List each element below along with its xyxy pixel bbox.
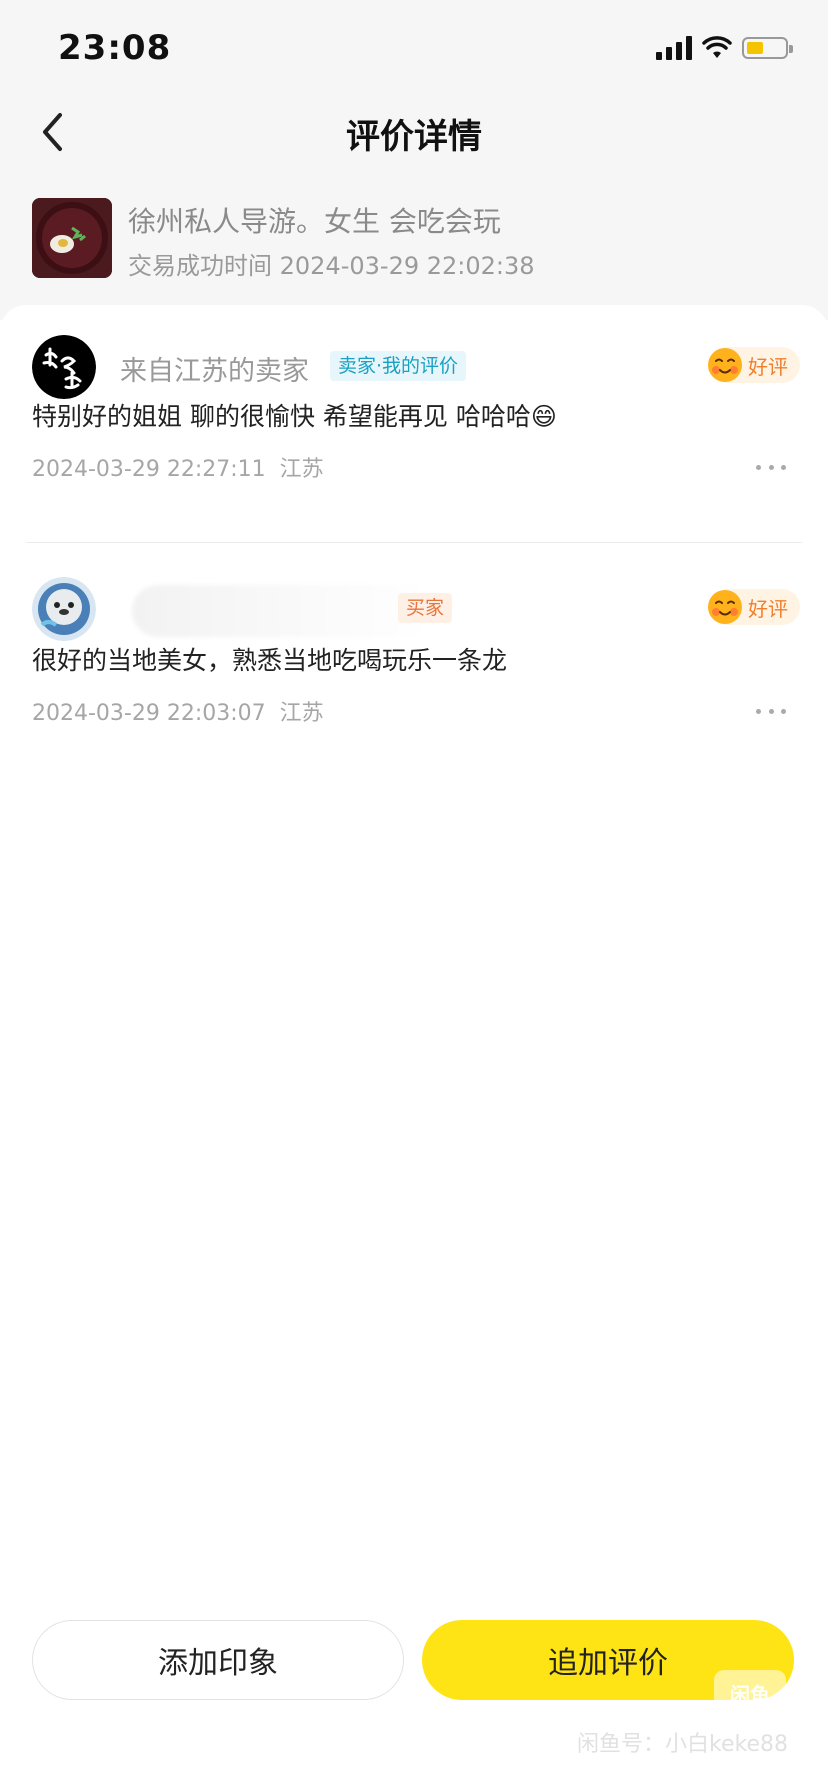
trade-time: 交易成功时间 2024-03-29 22:02:38 bbox=[128, 252, 535, 280]
review-time: 2024-03-29 22:03:07 bbox=[32, 701, 266, 726]
divider bbox=[26, 542, 802, 543]
role-tag: 卖家·我的评价 bbox=[330, 351, 467, 381]
review-meta: 2024-03-29 22:03:07 江苏 bbox=[32, 695, 324, 727]
status-time: 23:08 bbox=[58, 28, 172, 68]
bottom-action-bar: 添加印象 追加评价 bbox=[0, 1620, 828, 1704]
product-thumbnail bbox=[32, 198, 112, 278]
review-time: 2024-03-29 22:27:11 bbox=[32, 457, 266, 482]
review-item: 买家 好评 很好的当地美女，熟悉当地吃喝玩乐一条龙 2024-03-29 22:… bbox=[32, 577, 800, 727]
product-summary[interactable]: 徐州私人导游。女生 会吃会玩 交易成功时间 2024-03-29 22:02:3… bbox=[32, 198, 812, 280]
watermark-logo: 闲鱼 bbox=[714, 1670, 786, 1716]
more-options-icon[interactable] bbox=[756, 462, 786, 472]
avatar[interactable] bbox=[32, 335, 96, 399]
rating-label: 好评 bbox=[748, 596, 788, 621]
review-text: 特别好的姐姐 聊的很愉快 希望能再见 哈哈哈😄 bbox=[32, 402, 557, 431]
reviewer-name-hidden bbox=[132, 585, 432, 637]
add-impression-button[interactable]: 添加印象 bbox=[32, 1620, 404, 1700]
status-icons bbox=[656, 36, 793, 60]
page-title: 评价详情 bbox=[346, 117, 482, 157]
wifi-icon bbox=[702, 36, 732, 58]
smiley-face-icon bbox=[708, 590, 742, 624]
avatar[interactable] bbox=[32, 577, 96, 641]
rating-badge: 好评 bbox=[708, 589, 800, 625]
review-location: 江苏 bbox=[279, 701, 324, 726]
smiley-face-icon bbox=[708, 348, 742, 382]
status-bar: 23:08 bbox=[0, 0, 828, 100]
more-options-icon[interactable] bbox=[756, 706, 786, 716]
watermark-text: 闲鱼号：小白keke88 bbox=[577, 1732, 788, 1757]
product-title: 徐州私人导游。女生 会吃会玩 bbox=[128, 205, 501, 238]
review-text: 很好的当地美女，熟悉当地吃喝玩乐一条龙 bbox=[32, 646, 508, 675]
cellular-signal-icon bbox=[656, 36, 692, 60]
reviewer-name[interactable]: 来自江苏的卖家 bbox=[120, 349, 309, 388]
review-meta: 2024-03-29 22:27:11 江苏 bbox=[32, 451, 324, 483]
reviews-sheet: 来自江苏的卖家 卖家·我的评价 好评 特别好的姐姐 聊的很愉快 希望能再见 哈哈… bbox=[0, 305, 828, 1792]
nav-header: 评价详情 bbox=[0, 95, 828, 169]
rating-badge: 好评 bbox=[708, 347, 800, 383]
review-location: 江苏 bbox=[279, 457, 324, 482]
battery-icon bbox=[742, 37, 793, 59]
rating-label: 好评 bbox=[748, 354, 788, 379]
review-item: 来自江苏的卖家 卖家·我的评价 好评 特别好的姐姐 聊的很愉快 希望能再见 哈哈… bbox=[32, 335, 800, 485]
role-tag: 买家 bbox=[398, 593, 453, 623]
